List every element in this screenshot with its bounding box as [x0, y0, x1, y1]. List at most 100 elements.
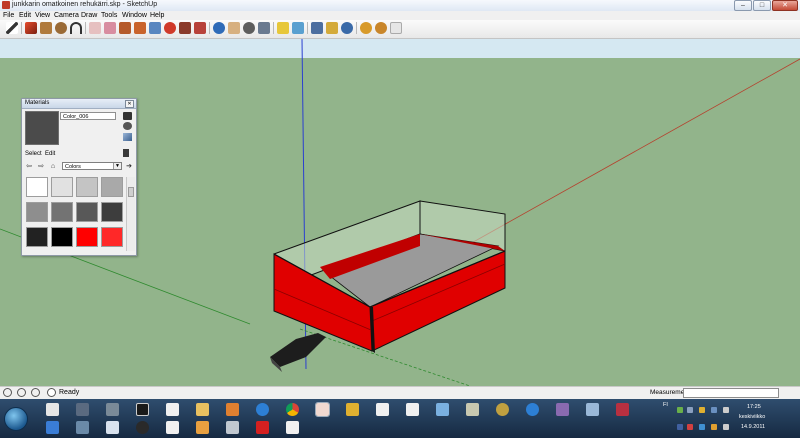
- back-arrow-icon[interactable]: ⇦: [25, 162, 33, 171]
- taskbar-app-icon[interactable]: [196, 403, 209, 416]
- material-swatch[interactable]: [76, 177, 98, 197]
- material-swatch[interactable]: [51, 202, 73, 222]
- taskbar-app-icon[interactable]: [616, 403, 629, 416]
- create-material-icon[interactable]: [123, 112, 132, 120]
- tab-select[interactable]: Select: [25, 151, 42, 157]
- scrollbar-thumb[interactable]: [128, 187, 134, 197]
- eyedropper-icon[interactable]: [123, 149, 129, 157]
- tape-measure-icon[interactable]: [277, 22, 289, 34]
- taskbar-app-icon[interactable]: [166, 421, 179, 434]
- menu-window[interactable]: Window: [122, 12, 147, 19]
- clock-time[interactable]: 17:25: [747, 404, 761, 410]
- scale-icon[interactable]: [179, 22, 191, 34]
- taskbar-app-icon[interactable]: [106, 421, 119, 434]
- signal-icon[interactable]: [687, 407, 693, 413]
- material-swatch[interactable]: [51, 227, 73, 247]
- menu-edit[interactable]: Edit: [19, 12, 31, 19]
- material-swatch[interactable]: [101, 202, 123, 222]
- tray-icon[interactable]: [699, 424, 705, 430]
- extension-icon[interactable]: [390, 22, 402, 34]
- library-select[interactable]: Colors ▼: [62, 162, 122, 170]
- close-button[interactable]: ✕: [772, 0, 798, 11]
- tab-edit[interactable]: Edit: [45, 151, 55, 157]
- rectangle-icon[interactable]: [40, 22, 52, 34]
- geo-location-icon[interactable]: [3, 388, 12, 397]
- dimension-icon[interactable]: [326, 22, 338, 34]
- offset-icon[interactable]: [194, 22, 206, 34]
- home-icon[interactable]: ⌂: [49, 162, 57, 171]
- circle-icon[interactable]: [55, 22, 67, 34]
- start-button[interactable]: [4, 407, 28, 431]
- taskbar-app-icon[interactable]: [166, 403, 179, 416]
- material-swatch[interactable]: [26, 177, 48, 197]
- taskbar-app-icon[interactable]: [376, 403, 389, 416]
- help-icon[interactable]: [31, 388, 40, 397]
- menu-tools[interactable]: Tools: [101, 12, 117, 19]
- language-indicator[interactable]: FI: [663, 402, 668, 408]
- tray-icon[interactable]: [699, 407, 705, 413]
- menu-camera[interactable]: Camera: [54, 12, 79, 19]
- default-material-icon[interactable]: [123, 122, 132, 130]
- tray-icon[interactable]: [677, 424, 683, 430]
- pencil-icon[interactable]: [25, 22, 37, 34]
- volume-icon[interactable]: [723, 407, 729, 413]
- taskbar-app-icon[interactable]: [496, 403, 509, 416]
- internet-explorer-icon[interactable]: [526, 403, 539, 416]
- drawing-viewport[interactable]: Materials ✕ Color_006 Select Edit ⇦ ⇨ ⌂ …: [0, 39, 800, 386]
- rotate-icon[interactable]: [149, 22, 161, 34]
- taskbar-app-icon[interactable]: [46, 403, 59, 416]
- pan-icon[interactable]: [228, 22, 240, 34]
- taskbar-app-icon[interactable]: [106, 403, 119, 416]
- tray-icon[interactable]: [723, 424, 729, 430]
- menu-view[interactable]: View: [35, 12, 50, 19]
- material-swatch[interactable]: [76, 227, 98, 247]
- minimize-button[interactable]: –: [734, 0, 752, 11]
- taskbar-app-icon[interactable]: [406, 403, 419, 416]
- zoom-extents-icon[interactable]: [258, 22, 270, 34]
- menu-file[interactable]: File: [3, 12, 14, 19]
- taskbar-app-icon[interactable]: [196, 421, 209, 434]
- material-name-field[interactable]: Color_006: [60, 112, 116, 120]
- material-swatch[interactable]: [101, 227, 123, 247]
- sketchup-taskbar-icon[interactable]: [315, 402, 330, 417]
- text-icon[interactable]: [341, 22, 353, 34]
- taskbar-app-icon[interactable]: [466, 403, 479, 416]
- maximize-button[interactable]: □: [753, 0, 771, 11]
- details-arrow-icon[interactable]: ➔: [125, 162, 133, 171]
- swatch-scrollbar[interactable]: [126, 177, 135, 251]
- taskbar-app-icon[interactable]: [286, 421, 299, 434]
- tray-icon[interactable]: [677, 407, 683, 413]
- panel-close-icon[interactable]: ✕: [125, 100, 134, 108]
- taskbar-app-icon[interactable]: [226, 403, 239, 416]
- forward-arrow-icon[interactable]: ⇨: [37, 162, 45, 171]
- taskbar-app-icon[interactable]: [436, 403, 449, 416]
- flag-icon[interactable]: [687, 424, 693, 430]
- taskbar-app-icon[interactable]: [556, 403, 569, 416]
- taskbar-app-icon[interactable]: [46, 421, 59, 434]
- menu-draw[interactable]: Draw: [81, 12, 97, 19]
- move-icon[interactable]: [134, 22, 146, 34]
- arc-icon[interactable]: [70, 22, 82, 34]
- taskbar-app-icon[interactable]: [346, 403, 359, 416]
- follow-me-icon[interactable]: [164, 22, 176, 34]
- zoom-icon[interactable]: [243, 22, 255, 34]
- acrobat-icon[interactable]: [256, 421, 269, 434]
- credits-icon[interactable]: [17, 388, 26, 397]
- internet-explorer-icon[interactable]: [256, 403, 269, 416]
- push-pull-icon[interactable]: [119, 22, 131, 34]
- taskbar-app-icon[interactable]: [136, 421, 149, 434]
- paint-bucket-icon[interactable]: [104, 22, 116, 34]
- tray-icon[interactable]: [711, 407, 717, 413]
- orbit-icon[interactable]: [213, 22, 225, 34]
- select-icon[interactable]: [6, 22, 18, 34]
- warehouse-icon[interactable]: [375, 22, 387, 34]
- taskbar-app-icon[interactable]: [226, 421, 239, 434]
- protractor-icon[interactable]: [292, 22, 304, 34]
- material-swatch[interactable]: [26, 202, 48, 222]
- measurements-input[interactable]: [683, 388, 779, 398]
- taskbar-app-icon[interactable]: [76, 403, 89, 416]
- material-swatch[interactable]: [101, 177, 123, 197]
- taskbar-app-icon[interactable]: [76, 421, 89, 434]
- material-swatch[interactable]: [76, 202, 98, 222]
- instructor-icon[interactable]: [47, 388, 56, 397]
